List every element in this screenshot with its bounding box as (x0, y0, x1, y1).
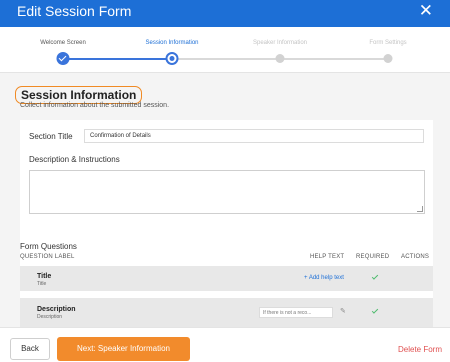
question-row[interactable]: Title Title + Add help text (20, 266, 433, 291)
modal-header: Edit Session Form ✕ (0, 0, 450, 27)
question-row-subtitle: Description (37, 314, 63, 320)
step-pending-indicator[interactable] (383, 54, 393, 63)
description-label: Description & Instructions (29, 155, 120, 164)
delete-form-button[interactable]: Delete Form (398, 345, 442, 354)
form-stepper: Welcome Screen Session Information Speak… (0, 27, 450, 73)
description-textarea[interactable] (29, 170, 425, 214)
step-label-form-settings[interactable]: Form Settings (369, 40, 406, 46)
step-label-session-information[interactable]: Session Information (145, 40, 198, 46)
modal-footer: Back Next: Speaker Information Delete Fo… (0, 327, 450, 362)
next-speaker-information-button[interactable]: Next: Speaker Information (57, 337, 190, 361)
step-done-check-icon[interactable] (56, 52, 70, 65)
required-check-icon[interactable] (371, 273, 379, 280)
section-title-label: Section Title (29, 132, 73, 141)
column-header-actions: ACTIONS (401, 254, 430, 260)
section-title-input[interactable]: Confirmation of Details (84, 129, 424, 143)
question-row[interactable]: Description Description If there is not … (20, 298, 433, 327)
column-header-question-label: QUESTION LABEL (20, 254, 75, 260)
form-questions-title: Form Questions (20, 242, 77, 251)
add-help-text-link[interactable]: + Add help text (304, 275, 344, 281)
step-pending-indicator[interactable] (275, 54, 285, 63)
column-header-help-text: HELP TEXT (310, 254, 345, 260)
modal-title: Edit Session Form (17, 3, 132, 19)
step-label-welcome-screen[interactable]: Welcome Screen (40, 40, 86, 46)
question-row-title: Description (37, 306, 76, 313)
form-content: Session Information Collect information … (0, 73, 450, 327)
step-label-speaker-information[interactable]: Speaker Information (253, 40, 307, 46)
required-check-icon[interactable] (371, 307, 379, 314)
pencil-icon[interactable]: ✎ (340, 307, 346, 315)
column-header-required: REQUIRED (356, 254, 390, 260)
section-subtitle: Collect information about the submitted … (20, 102, 170, 109)
stepper-track-complete (63, 58, 172, 60)
step-active-indicator[interactable] (165, 52, 179, 65)
help-text-input[interactable]: If there is not a reco... (259, 307, 333, 318)
back-button[interactable]: Back (10, 338, 50, 360)
edit-session-form-modal: Edit Session Form ✕ Welcome Screen Sessi… (0, 0, 450, 362)
close-icon[interactable]: ✕ (419, 2, 433, 19)
question-row-subtitle: Title (37, 281, 47, 287)
question-row-title: Title (37, 273, 52, 280)
